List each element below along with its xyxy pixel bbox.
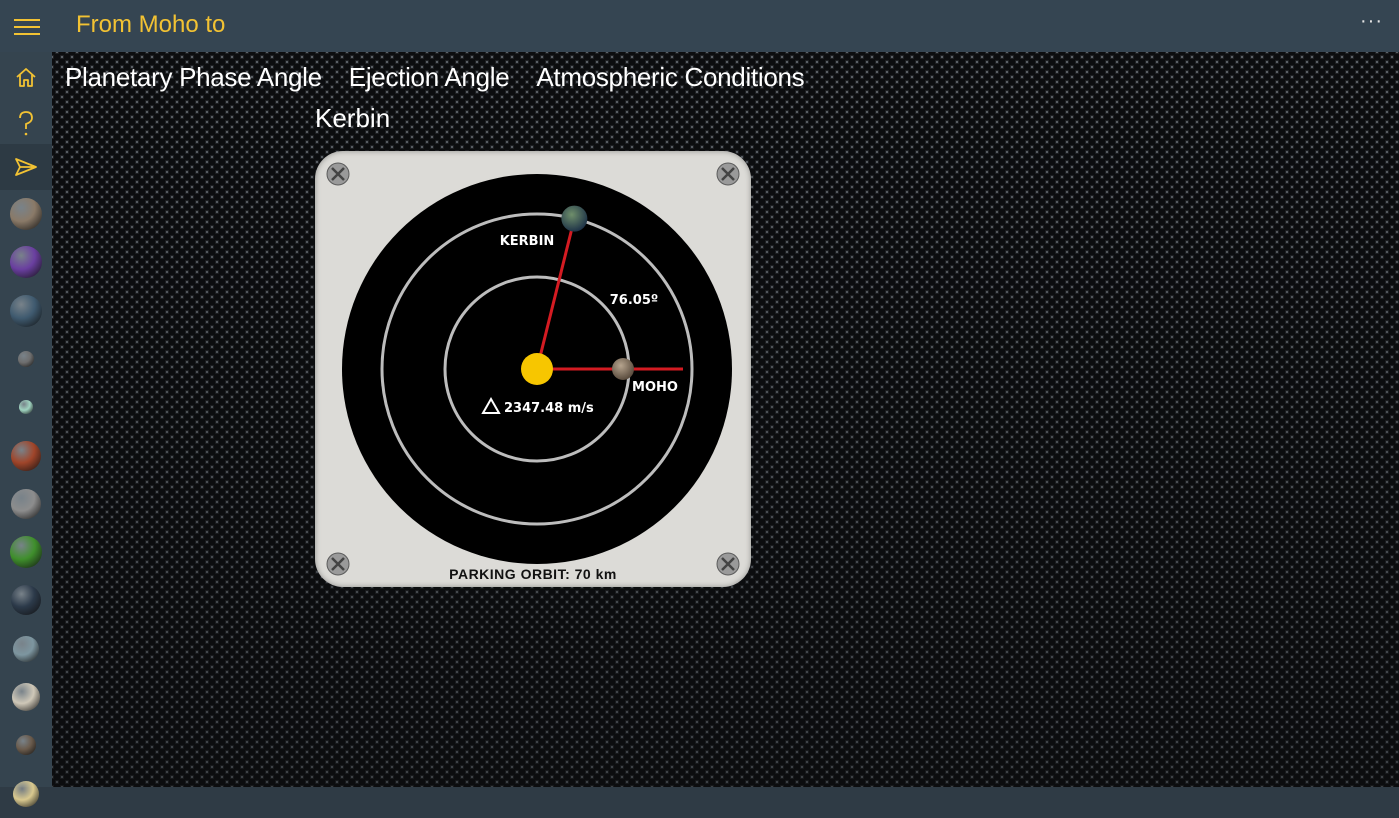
sun — [521, 353, 553, 385]
title-bar: From Moho to ··· — [0, 0, 1399, 52]
angle-label: 76.05º — [610, 293, 658, 308]
delta-v-label: 2347.48 m/s — [504, 401, 594, 416]
planet-button-mun[interactable] — [0, 335, 52, 383]
minmus-planet-icon — [19, 400, 33, 415]
planet-button-vall[interactable] — [0, 625, 52, 673]
nav-help-button[interactable] — [0, 100, 52, 146]
send-icon — [15, 158, 37, 176]
tab-planetary-phase-angle[interactable]: Planetary Phase Angle — [65, 62, 322, 93]
phase-angle-panel: KERBIN 76.05º MOHO 2347.48 m/s PARKING O… — [315, 151, 751, 587]
planet-button-laythe[interactable] — [0, 576, 52, 624]
planet-button-ike[interactable] — [0, 480, 52, 528]
duna-planet-icon — [11, 440, 41, 471]
tab-atmospheric-conditions[interactable]: Atmospheric Conditions — [536, 62, 804, 93]
planet-button-jool[interactable] — [0, 528, 52, 576]
laythe-planet-icon — [11, 585, 41, 616]
destination-title: Kerbin — [315, 103, 391, 133]
planet-button-kerbin[interactable] — [0, 287, 52, 335]
planet-button-minmus[interactable] — [0, 383, 52, 431]
sidebar — [0, 52, 52, 807]
tab-bar: Planetary Phase Angle Ejection Angle Atm… — [65, 62, 805, 93]
parking-orbit-label: PARKING ORBIT: 70 km — [449, 566, 617, 582]
vall-planet-icon — [13, 635, 39, 662]
mun-planet-icon — [18, 350, 34, 367]
moho-planet-icon — [10, 198, 42, 230]
planet-button-tylo[interactable] — [0, 673, 52, 721]
tylo-planet-icon — [12, 683, 40, 711]
moho-planet — [612, 358, 634, 380]
nav-home-button[interactable] — [0, 54, 52, 100]
orbit-diagram: KERBIN 76.05º MOHO 2347.48 m/s — [342, 174, 732, 564]
eve-planet-icon — [10, 246, 42, 279]
jool-planet-icon — [10, 536, 42, 569]
home-icon — [16, 68, 36, 87]
bop-planet-icon — [16, 735, 36, 756]
kerbin-planet-icon — [10, 294, 42, 327]
app-title: From Moho to — [76, 11, 226, 38]
planet-button-pol[interactable] — [0, 770, 52, 818]
pol-planet-icon — [13, 780, 39, 807]
planet-button-eve[interactable] — [0, 238, 52, 286]
planet-button-bop[interactable] — [0, 721, 52, 769]
nav-send-button[interactable] — [0, 144, 52, 190]
main-content: Planetary Phase Angle Ejection Angle Atm… — [52, 52, 1399, 787]
planet-button-duna[interactable] — [0, 432, 52, 480]
origin-label: KERBIN — [500, 234, 555, 249]
question-icon — [19, 111, 33, 136]
target-label: MOHO — [632, 380, 678, 395]
hamburger-menu-icon[interactable] — [10, 14, 42, 40]
planet-button-moho[interactable] — [0, 190, 52, 238]
ike-planet-icon — [11, 488, 41, 519]
tab-ejection-angle[interactable]: Ejection Angle — [349, 62, 510, 93]
kerbin-planet — [561, 205, 588, 232]
more-options-button[interactable]: ··· — [1360, 10, 1383, 33]
